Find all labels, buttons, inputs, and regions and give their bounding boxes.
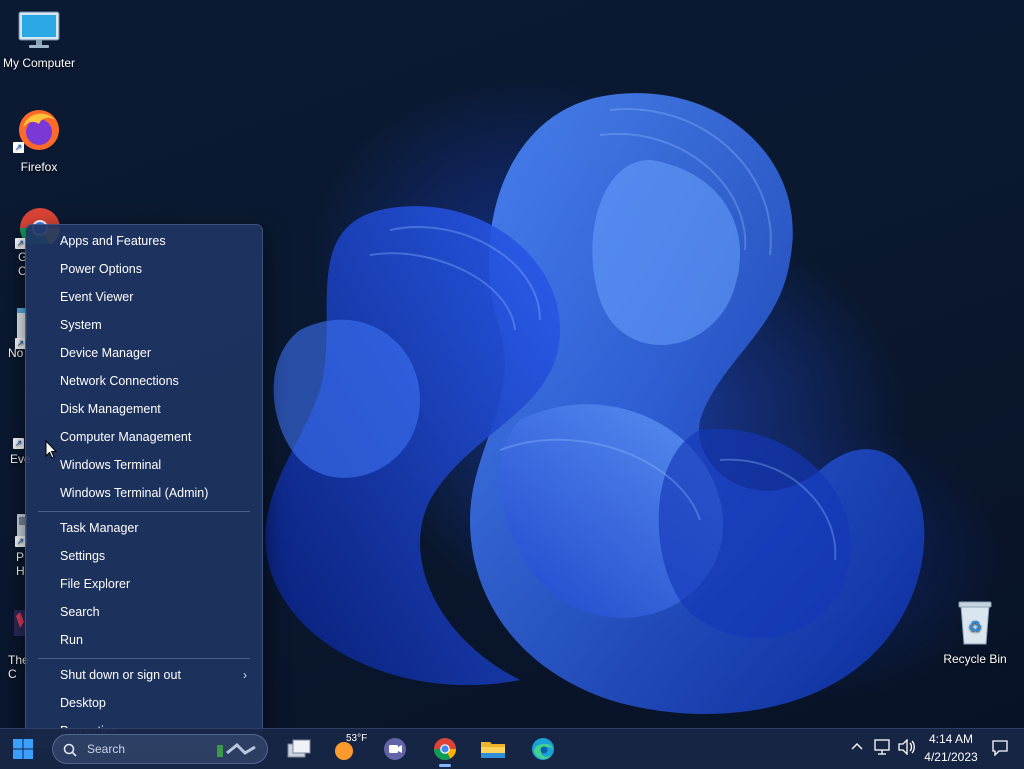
network-icon[interactable] bbox=[874, 739, 892, 760]
teams-icon bbox=[384, 738, 406, 760]
menu-item-computer-management[interactable]: Computer Management bbox=[31, 424, 257, 450]
desktop-icon-label: Recycle Bin bbox=[943, 652, 1007, 666]
desktop-icon-label: Firefox bbox=[20, 160, 58, 174]
clock-time: 4:14 AM bbox=[928, 732, 974, 746]
shortcut-arrow-icon: ↗ bbox=[13, 142, 24, 153]
desktop-icon-label: My Computer bbox=[2, 56, 76, 70]
desktop-icon-recycle-bin[interactable]: ♻ Recycle Bin bbox=[936, 600, 1014, 666]
search-placeholder: Search bbox=[87, 742, 126, 756]
start-button[interactable] bbox=[8, 735, 38, 763]
notification-icon[interactable] bbox=[992, 740, 1008, 761]
monitor-icon bbox=[18, 11, 60, 48]
menu-item-settings[interactable]: Settings bbox=[31, 543, 257, 569]
taskbar-search-box[interactable]: Search bbox=[52, 734, 268, 764]
menu-item-windows-terminal[interactable]: Windows Terminal bbox=[31, 452, 257, 478]
task-view-icon bbox=[287, 739, 311, 758]
edge-taskbar-button[interactable] bbox=[528, 735, 558, 763]
shortcut-arrow-icon: ↗ bbox=[13, 438, 24, 449]
teams-button[interactable] bbox=[380, 735, 410, 763]
menu-separator bbox=[38, 511, 250, 512]
menu-item-task-manager[interactable]: Task Manager bbox=[31, 515, 257, 541]
menu-item-apps-and-features[interactable]: Apps and Features bbox=[31, 228, 257, 254]
taskbar: Search 53°F 4:14 AM 4/21/2023 bbox=[0, 728, 1024, 769]
menu-item-device-manager[interactable]: Device Manager bbox=[31, 340, 257, 366]
menu-item-shut-down-or-sign-out[interactable]: Shut down or sign out › bbox=[31, 662, 257, 688]
menu-item-search[interactable]: Search bbox=[31, 599, 257, 625]
chevron-up-icon[interactable] bbox=[851, 740, 863, 756]
windows-start-icon bbox=[13, 739, 33, 759]
chrome-icon bbox=[434, 738, 456, 760]
chrome-taskbar-button[interactable] bbox=[430, 735, 460, 767]
clock[interactable]: 4:14 AM 4/21/2023 bbox=[918, 732, 984, 765]
mouse-cursor-icon bbox=[45, 440, 57, 459]
menu-item-power-options[interactable]: Power Options bbox=[31, 256, 257, 282]
menu-item-network-connections[interactable]: Network Connections bbox=[31, 368, 257, 394]
menu-item-desktop[interactable]: Desktop bbox=[31, 690, 257, 716]
menu-item-system[interactable]: System bbox=[31, 312, 257, 338]
menu-item-run[interactable]: Run bbox=[31, 627, 257, 653]
menu-item-windows-terminal-admin[interactable]: Windows Terminal (Admin) bbox=[31, 480, 257, 506]
winx-context-menu: Apps and Features Power Options Event Vi… bbox=[25, 224, 263, 748]
file-explorer-taskbar-button[interactable] bbox=[478, 735, 508, 763]
search-icon bbox=[63, 743, 77, 757]
menu-separator bbox=[38, 658, 250, 659]
chevron-right-icon: › bbox=[243, 668, 247, 682]
menu-item-file-explorer[interactable]: File Explorer bbox=[31, 571, 257, 597]
clock-date: 4/21/2023 bbox=[924, 750, 978, 764]
file-explorer-icon bbox=[481, 742, 505, 758]
search-highlight-icon bbox=[217, 742, 256, 757]
menu-item-disk-management[interactable]: Disk Management bbox=[31, 396, 257, 422]
svg-text:♻: ♻ bbox=[968, 617, 982, 636]
desktop-icon-my-computer[interactable]: My Computer bbox=[0, 10, 78, 70]
running-indicator bbox=[439, 764, 451, 767]
menu-item-event-viewer[interactable]: Event Viewer bbox=[31, 284, 257, 310]
desktop-icon-firefox[interactable]: ↗ Firefox bbox=[0, 106, 78, 174]
weather-temp: 53°F bbox=[346, 733, 368, 744]
weather-widget[interactable]: 53°F bbox=[332, 733, 372, 763]
volume-icon[interactable] bbox=[898, 738, 916, 760]
task-view-button[interactable] bbox=[284, 735, 314, 763]
edge-icon bbox=[532, 738, 554, 760]
recycle-bin-icon: ♻ bbox=[958, 601, 992, 645]
